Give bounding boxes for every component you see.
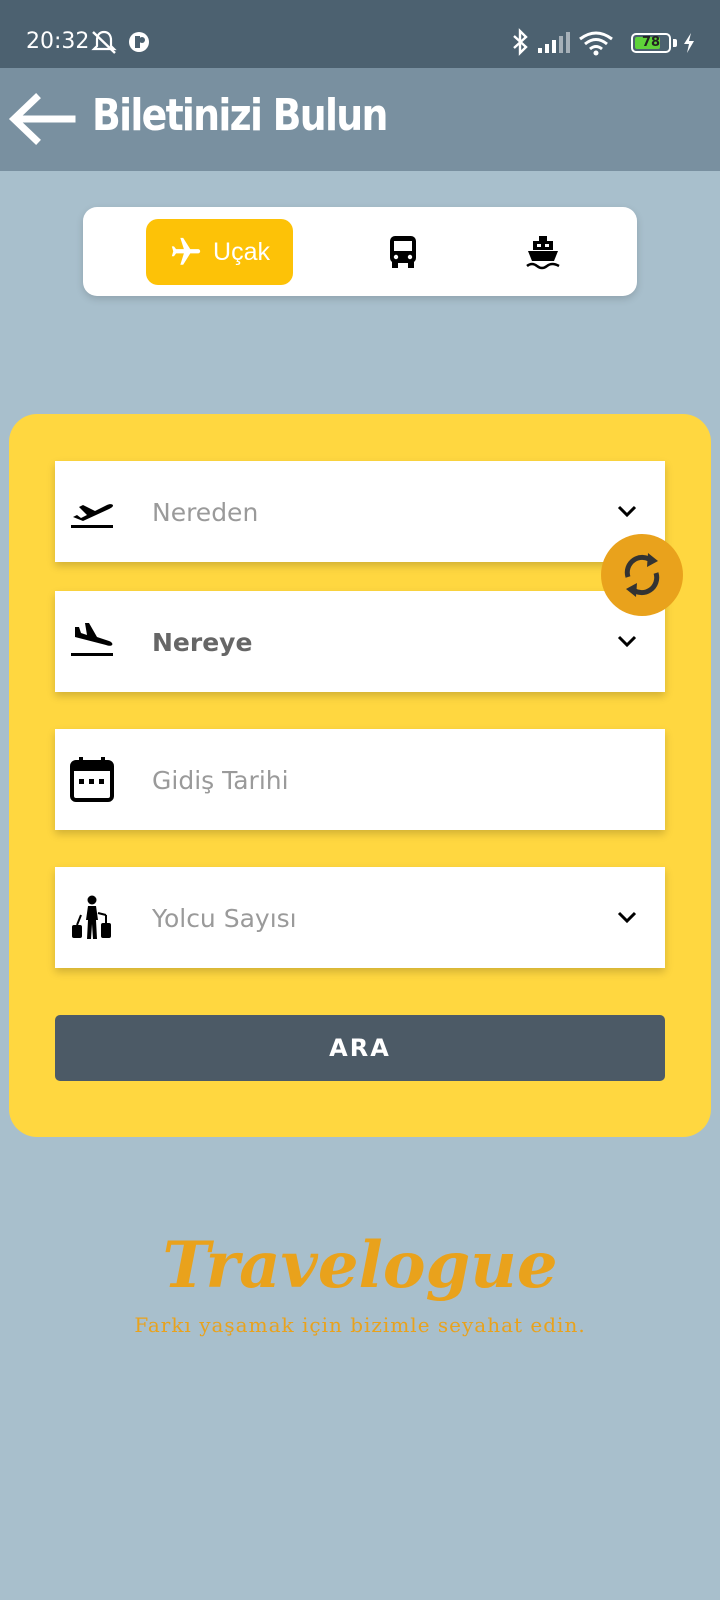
charging-icon (684, 33, 694, 53)
chevron-down-icon (617, 911, 637, 924)
tab-plane[interactable]: Uçak (146, 219, 293, 285)
chevron-down-icon (617, 505, 637, 518)
tab-plane-label: Uçak (213, 237, 270, 266)
battery-tip (673, 39, 677, 47)
signal-icon (538, 32, 570, 53)
to-label: Nereye (152, 628, 253, 657)
dnd-off-icon (91, 30, 117, 54)
app-notification-icon (129, 32, 149, 52)
arrow-left-icon[interactable] (8, 92, 76, 146)
date-field[interactable]: Gidiş Tarihi (55, 729, 665, 830)
from-label: Nereden (152, 498, 259, 527)
status-time: 20:32 (26, 29, 90, 54)
app-bar: Biletinizi Bulun (0, 68, 720, 171)
search-form-card: Nereden Nereye Gidiş Tarihi Yolcu Sayısı… (9, 414, 711, 1137)
calendar-icon (70, 757, 114, 802)
page-title: Biletinizi Bulun (92, 90, 388, 141)
brand-logo: Travelogue (162, 1228, 558, 1303)
to-field[interactable]: Nereye (55, 591, 665, 692)
wifi-icon (579, 31, 613, 56)
brand-slogan: Farkı yaşamak için bizimle seyahat edin. (134, 1313, 586, 1337)
battery-icon: 78 (631, 33, 671, 53)
from-field[interactable]: Nereden (55, 461, 665, 562)
date-label: Gidiş Tarihi (152, 766, 289, 795)
traveler-luggage-icon (72, 895, 111, 939)
tab-bus[interactable] (373, 219, 433, 285)
plane-icon (171, 237, 201, 265)
landing-icon (71, 623, 113, 656)
tab-ship[interactable] (513, 219, 573, 285)
ship-icon (526, 236, 560, 270)
battery-text: 78 (641, 35, 661, 50)
bus-icon (390, 236, 416, 268)
search-button[interactable]: ARA (55, 1015, 665, 1081)
transport-mode-tabs: Uçak (83, 207, 637, 296)
passengers-field[interactable]: Yolcu Sayısı (55, 867, 665, 968)
chevron-down-icon (617, 635, 637, 648)
swap-refresh-icon (624, 553, 660, 597)
status-bar: 20:32 78 (0, 0, 720, 68)
takeoff-icon (71, 504, 113, 528)
passengers-label: Yolcu Sayısı (152, 904, 297, 933)
bluetooth-icon (513, 28, 528, 56)
swap-button[interactable] (601, 534, 683, 616)
